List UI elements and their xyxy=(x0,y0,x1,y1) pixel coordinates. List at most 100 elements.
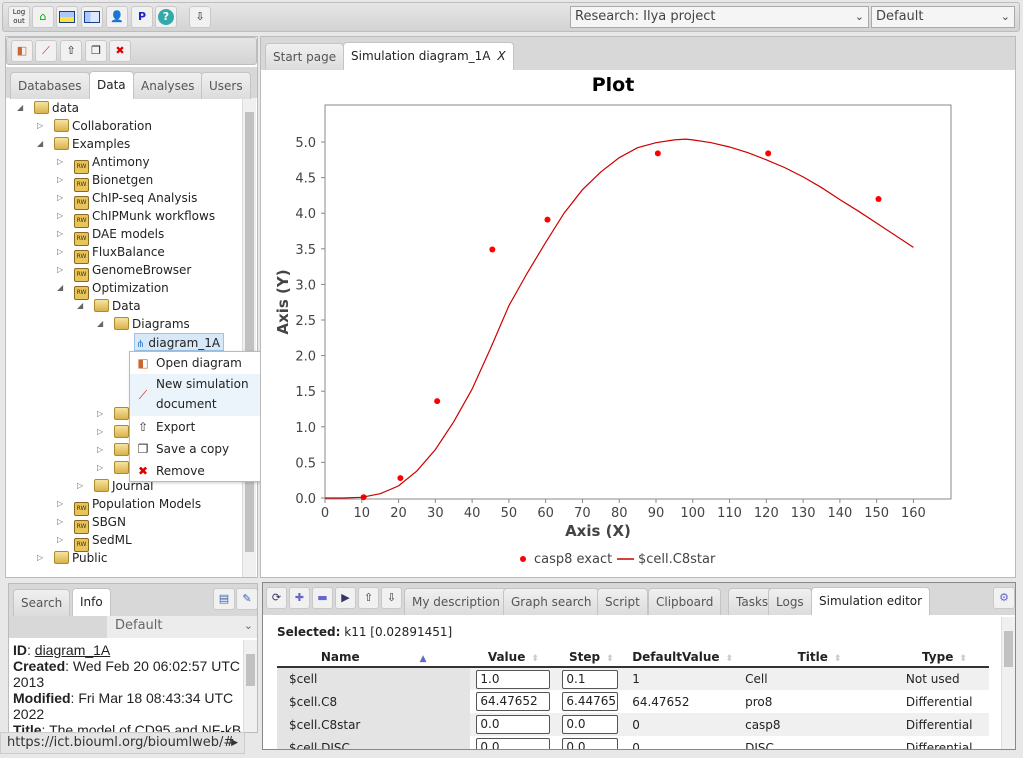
step-input[interactable]: 0.0 xyxy=(562,715,619,734)
tab-script[interactable]: Script xyxy=(597,588,648,615)
column-header[interactable]: Value ⬍ xyxy=(470,647,557,668)
document-icon[interactable]: ▤ xyxy=(213,588,235,610)
tree-item[interactable]: RW SedML xyxy=(74,531,132,552)
expanded-arrow-icon[interactable]: ◢ xyxy=(17,103,23,112)
collapsed-arrow-icon[interactable]: ▷ xyxy=(57,517,63,526)
table-scrollbar[interactable] xyxy=(1001,617,1015,749)
table-cell[interactable]: 0.0 xyxy=(556,736,626,749)
home-icon[interactable]: ⌂ xyxy=(32,6,54,28)
tab-simulation-editor[interactable]: Simulation editor xyxy=(811,587,931,615)
table-row[interactable]: $cell.C8star 0.0 0.0 0 casp8 Differential xyxy=(277,713,989,736)
tab-simulation-diagram[interactable]: Simulation diagram_1A X xyxy=(343,42,514,70)
expanded-arrow-icon[interactable]: ◢ xyxy=(57,283,63,292)
tab-data[interactable]: Data xyxy=(89,71,134,99)
tree-item[interactable]: RW Optimization xyxy=(74,279,169,300)
collapsed-arrow-icon[interactable]: ▷ xyxy=(57,211,63,220)
tab-databases[interactable]: Databases xyxy=(10,72,90,99)
tree-item[interactable]: Data xyxy=(94,297,141,315)
collapsed-arrow-icon[interactable]: ▷ xyxy=(37,121,43,130)
tab-logs[interactable]: Logs xyxy=(768,588,812,615)
id-link[interactable]: diagram_1A xyxy=(35,642,111,658)
info-scrollbar[interactable] xyxy=(243,640,257,732)
p-icon[interactable]: P xyxy=(131,6,153,28)
column-header[interactable]: DefaultValue ⬍ xyxy=(626,647,740,668)
export-icon[interactable]: ⇧ xyxy=(60,40,82,62)
tree-item[interactable]: Public xyxy=(54,549,108,567)
value-input[interactable]: 0.0 xyxy=(476,715,551,734)
collapsed-arrow-icon[interactable]: ▷ xyxy=(57,265,63,274)
collapsed-arrow-icon[interactable]: ▷ xyxy=(57,229,63,238)
tab-info[interactable]: Info xyxy=(72,588,111,616)
collapsed-arrow-icon[interactable]: ▷ xyxy=(57,247,63,256)
column-header[interactable]: Step ⬍ xyxy=(556,647,627,668)
perspective-select[interactable]: Default ⌄ xyxy=(871,6,1015,28)
user-icon[interactable]: 👤 xyxy=(106,6,128,28)
collapsed-arrow-icon[interactable]: ▷ xyxy=(77,481,83,490)
tree-item[interactable]: Examples xyxy=(54,135,130,153)
value-input[interactable]: 0.0 xyxy=(476,738,551,749)
edit-icon[interactable]: ✎ xyxy=(236,588,257,610)
close-tab-icon[interactable]: X xyxy=(497,49,505,63)
settings-gear-icon[interactable]: ⚙ xyxy=(993,587,1015,609)
refresh-icon[interactable]: ⟳ xyxy=(266,587,287,609)
tree-item[interactable]: RW Antimony xyxy=(74,153,150,174)
logout-icon[interactable]: Log out xyxy=(8,6,30,28)
tab-my-description[interactable]: My description xyxy=(404,588,508,615)
download-icon[interactable]: ⇩ xyxy=(189,6,211,28)
arrow-right-icon[interactable]: ▶ xyxy=(231,733,238,753)
value-input[interactable]: 1.0 xyxy=(476,669,551,689)
column-header[interactable]: Type ⬍ xyxy=(899,647,989,668)
collapsed-arrow-icon[interactable]: ▷ xyxy=(97,409,103,418)
tree-item[interactable]: Collaboration xyxy=(54,117,152,135)
minus-icon[interactable]: ▬ xyxy=(312,587,333,609)
new-simulation-icon[interactable]: ⟋ xyxy=(35,40,57,62)
tab-clipboard[interactable]: Clipboard xyxy=(648,588,722,615)
tree-item[interactable]: RW SBGN xyxy=(74,513,126,534)
scroll-thumb[interactable] xyxy=(245,112,254,552)
play-icon[interactable]: ▶ xyxy=(335,587,356,609)
collapsed-arrow-icon[interactable]: ▷ xyxy=(57,175,63,184)
add-icon[interactable]: ✚ xyxy=(289,587,310,609)
tree-item[interactable]: data xyxy=(34,99,79,117)
layout-vertical-icon[interactable] xyxy=(81,6,103,28)
table-cell[interactable]: 0.1 xyxy=(556,667,627,690)
tree-item[interactable]: RW Bionetgen xyxy=(74,171,153,192)
expanded-arrow-icon[interactable]: ◢ xyxy=(97,319,103,328)
collapsed-arrow-icon[interactable]: ▷ xyxy=(57,535,63,544)
collapsed-arrow-icon[interactable]: ▷ xyxy=(97,427,103,436)
collapsed-arrow-icon[interactable]: ▷ xyxy=(97,445,103,454)
table-cell[interactable]: 0.0 xyxy=(556,713,627,736)
table-cell[interactable]: 0.0 xyxy=(470,736,556,749)
scroll-thumb[interactable] xyxy=(246,654,255,686)
tree-item[interactable]: ⋔ diagram_1A xyxy=(134,333,225,351)
table-row[interactable]: $cell.C8 64.47652 6.44765 64.47652 pro8 Diffe… xyxy=(277,690,989,713)
collapsed-arrow-icon[interactable]: ▷ xyxy=(97,463,103,472)
save-copy-icon[interactable]: ❐ xyxy=(85,40,107,62)
scroll-thumb[interactable] xyxy=(1004,631,1013,667)
table-row[interactable]: $cell.DISC 0.0 0.0 0 DISC Differential xyxy=(277,736,989,749)
tree-item[interactable]: RW FluxBalance xyxy=(74,243,165,264)
tab-start-page[interactable]: Start page xyxy=(265,43,345,70)
table-cell[interactable]: 1.0 xyxy=(470,667,557,690)
step-input[interactable]: 6.44765 xyxy=(562,692,619,711)
tree-item[interactable]: RW ChIPMunk workflows xyxy=(74,207,215,228)
open-icon[interactable]: ◧ xyxy=(11,40,33,62)
export-icon[interactable]: ⇧ xyxy=(358,587,379,609)
collapsed-arrow-icon[interactable]: ▷ xyxy=(37,553,43,562)
table-row[interactable]: $cell 1.0 0.1 1 Cell Not used xyxy=(277,667,989,690)
expanded-arrow-icon[interactable]: ◢ xyxy=(77,301,83,310)
step-input[interactable]: 0.1 xyxy=(562,669,619,689)
info-view-select[interactable]: Default ⌄ xyxy=(107,616,257,638)
expanded-arrow-icon[interactable]: ◢ xyxy=(37,139,43,148)
step-input[interactable]: 0.0 xyxy=(562,738,619,749)
project-select[interactable]: Research: Ilya project ⌄ xyxy=(570,6,869,28)
collapsed-arrow-icon[interactable]: ▷ xyxy=(57,193,63,202)
tree-item[interactable]: RW DAE models xyxy=(74,225,164,246)
collapsed-arrow-icon[interactable]: ▷ xyxy=(57,499,63,508)
tree-scrollbar[interactable] xyxy=(242,98,256,577)
column-header[interactable]: Title ⬍ xyxy=(739,647,900,668)
tab-search[interactable]: Search xyxy=(13,589,71,616)
tree-item[interactable]: Diagrams xyxy=(114,315,190,333)
table-cell[interactable]: 64.47652 xyxy=(470,690,556,713)
import-icon[interactable]: ⇩ xyxy=(381,587,402,609)
